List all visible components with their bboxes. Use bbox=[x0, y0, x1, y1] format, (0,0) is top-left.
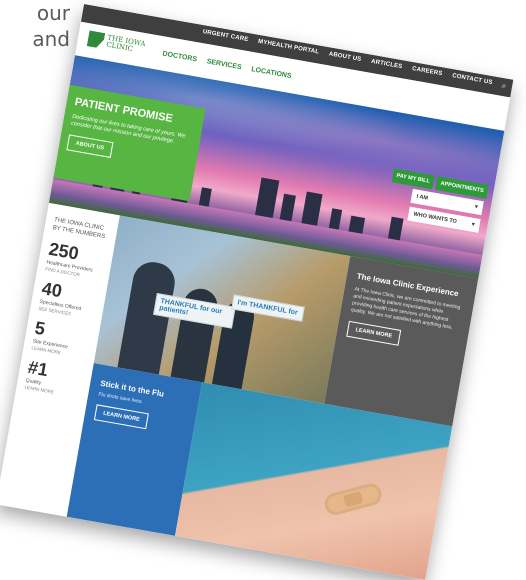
logo[interactable]: THE IOWA CLINIC bbox=[87, 30, 146, 56]
chevron-down-icon: ▾ bbox=[474, 204, 479, 211]
who-wants-to-select-label: WHO WANTS TO bbox=[412, 211, 458, 225]
nav-locations[interactable]: LOCATIONS bbox=[251, 66, 292, 80]
iowa-clinic-experience-card: The Iowa Clinic Experience At The Iowa C… bbox=[324, 256, 479, 427]
stat-item: 250 Healthcare Providers FIND A DOCTOR bbox=[45, 239, 106, 281]
stats-header: THE IOWA CLINIC BY THE NUMBERS bbox=[52, 216, 110, 241]
chevron-down-icon: ▾ bbox=[471, 221, 476, 229]
link-urgent-care[interactable]: URGENT CARE bbox=[202, 29, 249, 43]
link-contact-us[interactable]: CONTACT US bbox=[452, 73, 493, 86]
flu-learn-more-button[interactable]: LEARN MORE bbox=[93, 404, 149, 430]
link-careers[interactable]: CAREERS bbox=[412, 66, 443, 77]
logo-mark-icon bbox=[87, 30, 106, 49]
background-text: our and bbox=[0, 0, 70, 52]
about-us-button[interactable]: ABOUT US bbox=[66, 134, 114, 158]
background-text-line: our bbox=[36, 1, 70, 25]
link-myhealth-portal[interactable]: MYHEALTH PORTAL bbox=[258, 39, 320, 56]
i-am-select-label: I AM bbox=[416, 193, 429, 202]
bandaid-icon bbox=[322, 481, 384, 518]
nav-services[interactable]: SERVICES bbox=[206, 58, 242, 71]
website-screenshot: URGENT CARE MYHEALTH PORTAL ABOUT US ART… bbox=[0, 4, 514, 580]
stat-item: 40 Specialties Offered SEE SERVICES bbox=[38, 278, 99, 320]
link-about-us[interactable]: ABOUT US bbox=[328, 51, 361, 63]
stat-item: #1 Quality LEARN MORE bbox=[24, 357, 85, 399]
nav-doctors[interactable]: DOCTORS bbox=[162, 50, 198, 63]
experience-learn-more-button[interactable]: LEARN MORE bbox=[346, 320, 402, 346]
link-articles[interactable]: ARTICLES bbox=[371, 59, 403, 70]
stat-item: 5 Star Experience LEARN MORE bbox=[31, 318, 92, 360]
search-icon[interactable]: ⌕ bbox=[501, 81, 507, 92]
background-text-line: and bbox=[32, 27, 70, 51]
logo-text: THE IOWA CLINIC bbox=[106, 34, 147, 55]
